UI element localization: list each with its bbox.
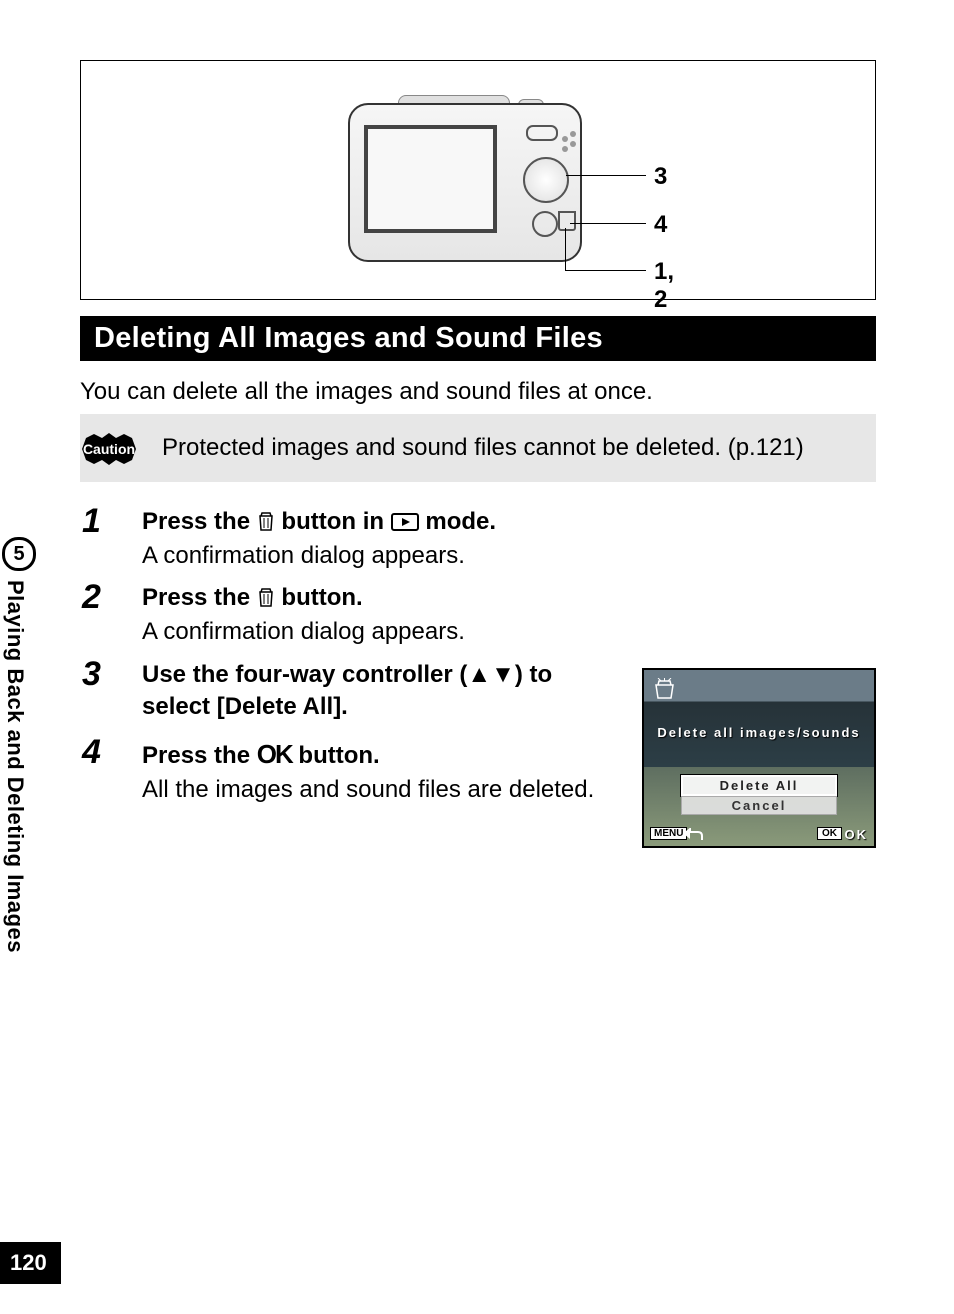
section-title: Deleting All Images and Sound Files: [80, 316, 876, 361]
manual-page: 5 Playing Back and Deleting Images 120 3…: [0, 0, 954, 1314]
callout-1-2: 1, 2: [654, 258, 674, 314]
back-arrow-icon: [682, 828, 704, 840]
caution-note: Protected images and sound files cannot …: [80, 414, 876, 482]
trash-icon: [257, 510, 275, 532]
page-number: 120: [0, 1242, 61, 1284]
ok-text: OK: [845, 827, 869, 842]
chapter-badge: 5: [2, 537, 36, 571]
step-3: 3 Use the four-way controller (▲▼) to se…: [82, 659, 602, 724]
camera-diagram: 3 4 1, 2: [80, 60, 876, 300]
step-4: 4 Press the OK button. All the images an…: [82, 737, 602, 804]
lcd-options: Delete All Cancel: [681, 775, 837, 815]
trash-icon: [257, 586, 275, 608]
option-cancel[interactable]: Cancel: [681, 796, 837, 815]
intro-text: You can delete all the images and sound …: [80, 378, 653, 406]
side-section-title: Playing Back and Deleting Images: [2, 580, 28, 953]
callout-4: 4: [654, 211, 667, 239]
step-1: 1 Press the button in mode. A confirmati…: [82, 506, 872, 570]
lcd-title: Delete all images/sounds: [644, 725, 874, 740]
caution-icon: Caution: [78, 430, 140, 468]
ok-box-label: OK: [817, 827, 842, 840]
option-delete-all[interactable]: Delete All: [681, 775, 837, 796]
callout-3: 3: [654, 163, 667, 191]
step-2: 2 Press the button. A confirmation dialo…: [82, 582, 872, 646]
camera-lcd-screenshot: Delete all images/sounds Delete All Canc…: [642, 668, 876, 848]
ok-icon: OK: [257, 739, 292, 769]
trash-icon: [652, 678, 677, 700]
playback-icon: [391, 512, 419, 532]
